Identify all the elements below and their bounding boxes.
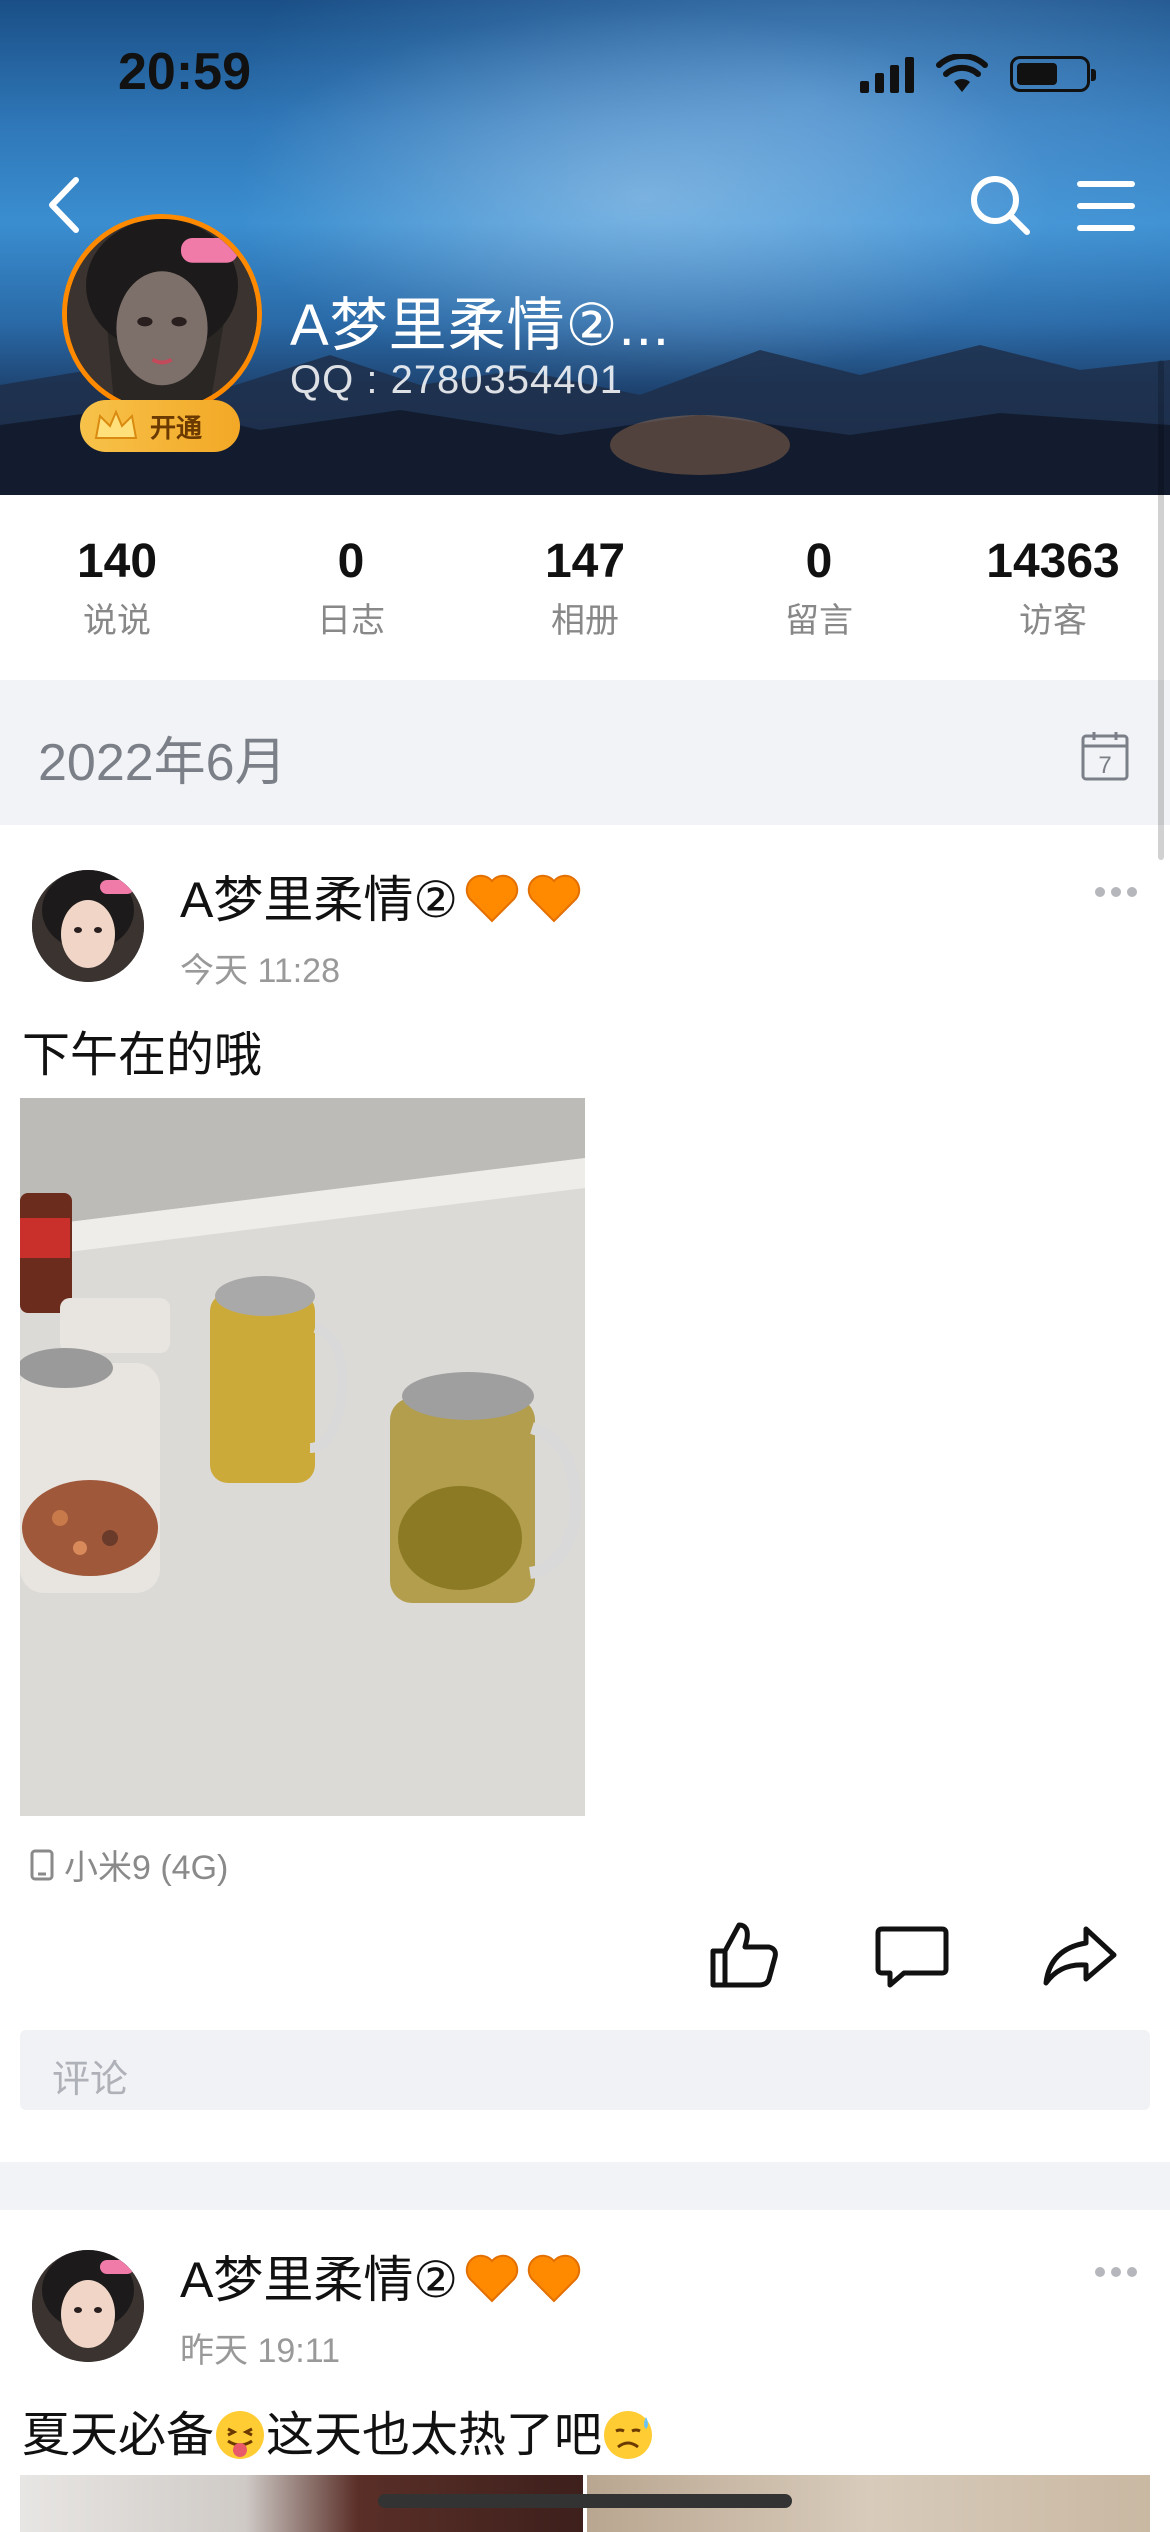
phone-icon	[30, 1849, 54, 1880]
calendar-day: 7	[1098, 752, 1111, 779]
stat-value: 147	[544, 534, 626, 588]
post-text: 夏天必备 这天也太热了吧	[22, 2395, 654, 2465]
post-timestamp: 今天 11:28	[180, 952, 341, 990]
post-device-info: 小米9 (4G)	[30, 1840, 228, 1889]
stat-label: 留言	[785, 601, 853, 640]
profile-name: A梦里柔情②...	[290, 293, 671, 358]
stats-bar: 140 说说 0 日志 147 相册 0 留言 14363 访客	[0, 495, 1170, 680]
battery-icon	[1010, 56, 1096, 92]
post-text: 下午在的哦	[22, 1029, 263, 1082]
stat-label: 日志	[317, 601, 385, 640]
orange-heart-icon	[527, 874, 581, 923]
stat-value: 0	[337, 534, 365, 588]
post-text-part: 夏天必备	[22, 2409, 215, 2462]
post-divider	[0, 2162, 1170, 2210]
status-time: 20:59	[118, 43, 251, 101]
stat-value: 0	[805, 534, 833, 588]
stat-shuoshuo[interactable]: 140 说说	[0, 495, 234, 680]
stat-blog[interactable]: 0 日志	[234, 495, 468, 680]
stat-value: 14363	[986, 534, 1120, 588]
comment-icon[interactable]	[872, 1915, 952, 1995]
comment-placeholder: 评论	[52, 2059, 129, 2101]
post-timestamp: 昨天 19:11	[180, 2332, 341, 2370]
stat-label: 说说	[83, 601, 151, 640]
orange-heart-icon	[465, 874, 519, 923]
orange-heart-icon	[465, 2254, 519, 2303]
cellular-signal-icon	[860, 55, 914, 93]
crown-icon	[94, 409, 138, 439]
post-author-name[interactable]: A梦里柔情②	[180, 2240, 582, 2312]
like-icon[interactable]	[705, 1915, 785, 1995]
stat-messages[interactable]: 0 留言	[702, 495, 936, 680]
author-name-text: A梦里柔情②	[180, 2252, 459, 2308]
feed-post: A梦里柔情② 今天 11:28 下午在的哦 小米9 (4G) 评论	[0, 825, 1170, 2162]
vip-open-badge[interactable]: 开通	[80, 400, 240, 452]
scrollbar[interactable]	[1158, 360, 1164, 860]
sweat-face-emoji-icon	[604, 2411, 653, 2459]
feed-post: A梦里柔情② 昨天 19:11 夏天必备 这天也太热了吧	[0, 2210, 1170, 2532]
menu-icon[interactable]	[1076, 178, 1136, 234]
profile-header: 20:59 开通 A梦里柔情②... QQ: 2780354401	[0, 0, 1170, 495]
post-author-avatar[interactable]	[32, 870, 144, 982]
post-author-avatar[interactable]	[32, 2250, 144, 2362]
profile-avatar[interactable]	[62, 214, 262, 414]
calendar-icon[interactable]: 7	[1080, 730, 1130, 782]
profile-qq-number: QQ : 2780354401	[290, 358, 624, 402]
home-indicator[interactable]	[378, 2494, 792, 2508]
vip-label: 开通	[150, 412, 203, 443]
stat-label: 访客	[1019, 601, 1087, 640]
stat-album[interactable]: 147 相册	[468, 495, 702, 680]
month-label: 2022年6月	[38, 734, 287, 792]
more-options-icon[interactable]	[1094, 2265, 1138, 2279]
month-section-header: 2022年6月 7	[0, 680, 1170, 825]
search-icon[interactable]	[965, 170, 1035, 240]
stat-label: 相册	[551, 601, 619, 640]
share-icon[interactable]	[1040, 1915, 1120, 1995]
author-name-text: A梦里柔情②	[180, 872, 459, 928]
tongue-out-emoji-icon	[216, 2411, 265, 2459]
device-name: 小米9 (4G)	[64, 1849, 229, 1887]
comment-input[interactable]: 评论	[20, 2030, 1150, 2110]
avatar-image	[67, 219, 257, 409]
post-photo[interactable]	[20, 1098, 585, 1816]
post-author-name[interactable]: A梦里柔情②	[180, 860, 582, 932]
post-text-part: 这天也太热了吧	[266, 2409, 603, 2462]
status-icons	[860, 52, 1096, 96]
stat-value: 140	[76, 534, 158, 588]
wifi-icon	[936, 54, 988, 92]
orange-heart-icon	[527, 2254, 581, 2303]
more-options-icon[interactable]	[1094, 885, 1138, 899]
stat-visitors[interactable]: 14363 访客	[936, 495, 1170, 680]
